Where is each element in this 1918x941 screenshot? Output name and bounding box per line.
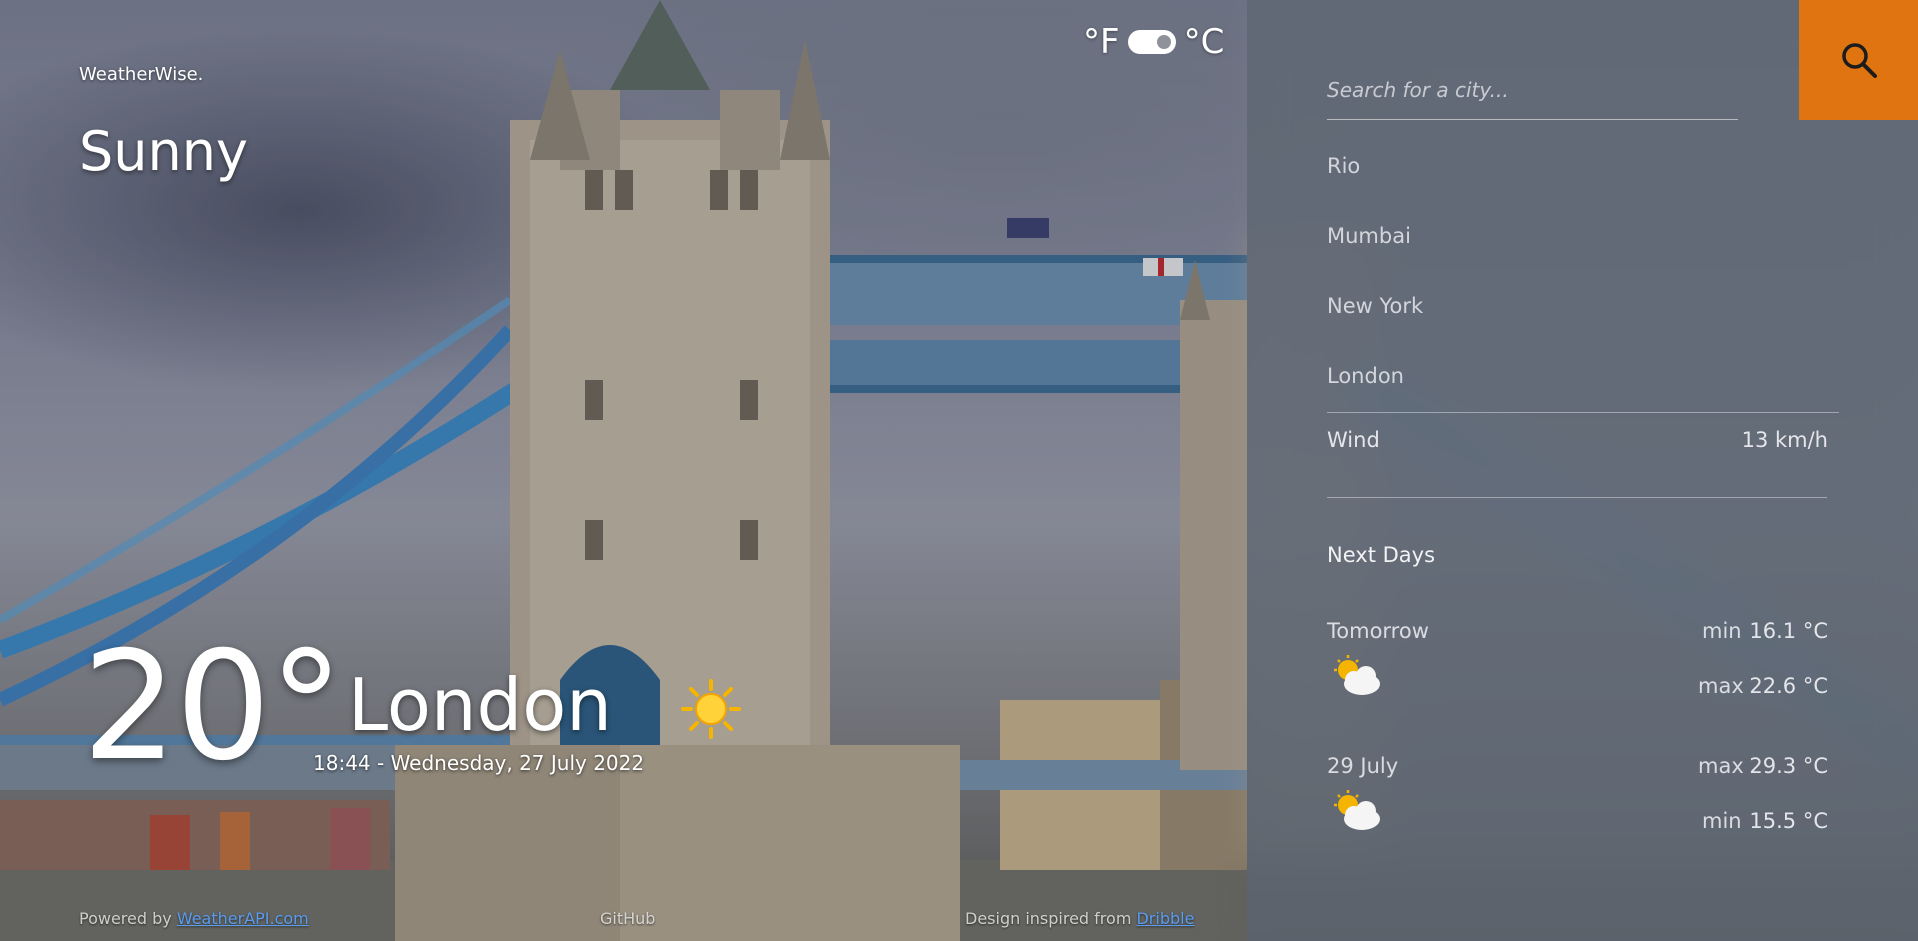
switch-knob [1156, 35, 1171, 49]
partly-cloudy-icon [1334, 790, 1380, 830]
forecast-stat-label: min [1702, 619, 1742, 643]
city-item-london[interactable]: London [1327, 364, 1404, 388]
app-brand: WeatherWise. [79, 64, 204, 85]
divider [1327, 412, 1839, 413]
unit-toggle: °F °C [1083, 22, 1224, 62]
celsius-label[interactable]: °C [1184, 22, 1225, 62]
current-temperature: 20° [82, 620, 344, 794]
design-credit-text: Design inspired from [965, 909, 1137, 928]
weather-condition: Sunny [79, 120, 248, 183]
current-datetime: 18:44 - Wednesday, 27 July 2022 [313, 751, 645, 775]
forecast-stat-label: max [1698, 674, 1744, 698]
city-item-mumbai[interactable]: Mumbai [1327, 224, 1411, 248]
current-city: London [348, 663, 612, 747]
unit-switch[interactable] [1127, 30, 1176, 54]
city-item-rio[interactable]: Rio [1327, 154, 1360, 178]
forecast-stat-label: max [1698, 754, 1744, 778]
forecast-day-name: 29 July [1327, 754, 1399, 778]
github-link[interactable]: GitHub [600, 909, 655, 928]
weatherapi-link[interactable]: WeatherAPI.com [177, 909, 309, 928]
wind-label: Wind [1327, 428, 1380, 452]
partly-cloudy-icon [1334, 655, 1380, 695]
fahrenheit-label[interactable]: °F [1083, 22, 1120, 62]
forecast-stat-value: 15.5 °C [1749, 809, 1828, 833]
forecast-stat-value: 22.6 °C [1749, 674, 1828, 698]
search-icon [1841, 43, 1877, 78]
footer-powered-by: Powered by WeatherAPI.com [79, 909, 309, 928]
divider [1327, 497, 1827, 498]
footer-design-credit: Design inspired from Dribble [965, 909, 1194, 928]
dribbble-link[interactable]: Dribble [1136, 909, 1194, 928]
forecast-stat-value: 29.3 °C [1749, 754, 1828, 778]
forecast-day-name: Tomorrow [1327, 619, 1429, 643]
city-item-new-york[interactable]: New York [1327, 294, 1423, 318]
search-button[interactable] [1799, 0, 1918, 120]
wind-value: 13 km/h [1741, 428, 1828, 452]
powered-by-text: Powered by [79, 909, 177, 928]
search-input[interactable] [1327, 70, 1738, 120]
next-days-title: Next Days [1327, 543, 1436, 567]
sun-icon [681, 679, 741, 739]
forecast-stat-value: 16.1 °C [1749, 619, 1828, 643]
forecast-stat-label: min [1702, 809, 1742, 833]
